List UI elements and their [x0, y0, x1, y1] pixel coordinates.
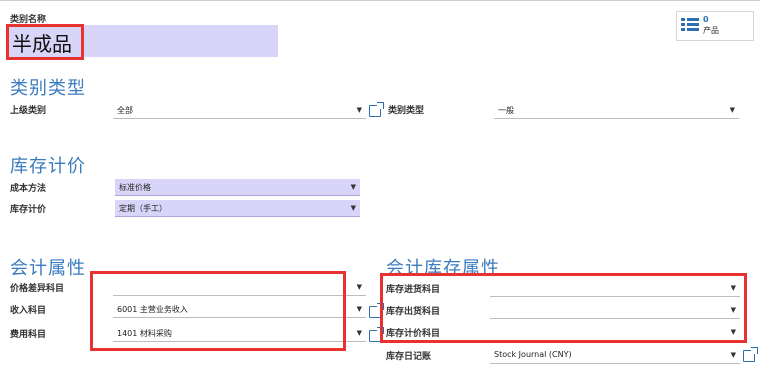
list-icon [681, 17, 699, 33]
external-link-icon[interactable] [369, 102, 384, 117]
products-count: 0 [703, 15, 709, 24]
products-stat-button[interactable]: 0 产品 [676, 11, 754, 41]
chevron-down-icon: ▼ [356, 329, 362, 337]
highlight-category-name [6, 24, 84, 60]
category-type-label: 类别类型 [388, 106, 425, 116]
parent-category-value: 全部 [117, 106, 133, 115]
cost-method-value: 标准价格 [119, 183, 151, 192]
category-type-value: 一般 [498, 106, 514, 115]
section-accounting: 会计属性 [10, 258, 86, 279]
cost-method-select[interactable]: 标准价格 ▼ [115, 179, 360, 196]
chevron-down-icon: ▼ [730, 351, 736, 359]
chevron-down-icon: ▼ [350, 183, 356, 191]
parent-category-label: 上级类别 [10, 106, 47, 116]
inventory-valuation-select[interactable]: 定期（手工） ▼ [115, 200, 360, 217]
inventory-valuation-value: 定期（手工） [119, 204, 167, 213]
price-diff-account-label: 价格差异科目 [10, 284, 65, 294]
chevron-down-icon: ▼ [729, 106, 735, 114]
category-type-select[interactable]: 一般 ▼ [494, 102, 739, 119]
section-inventory-valuation: 库存计价 [10, 156, 86, 177]
section-category-type: 类别类型 [10, 78, 86, 99]
highlight-accounting-fields [90, 271, 346, 351]
cost-method-label: 成本方法 [10, 184, 47, 194]
chevron-down-icon: ▼ [350, 204, 356, 212]
income-account-label: 收入科目 [10, 306, 47, 316]
parent-category-select[interactable]: 全部 ▼ [113, 102, 366, 119]
top-divider [0, 0, 760, 1]
highlight-accounting-inventory-fields [380, 273, 747, 343]
stock-journal-label: 库存日记账 [386, 352, 432, 362]
chevron-down-icon: ▼ [356, 106, 362, 114]
stock-journal-select[interactable]: Stock Journal (CNY) ▼ [490, 347, 740, 364]
inventory-valuation-label: 库存计价 [10, 205, 47, 215]
chevron-down-icon: ▼ [356, 283, 362, 291]
external-link-icon[interactable] [743, 347, 758, 362]
chevron-down-icon: ▼ [356, 305, 362, 313]
stock-journal-value: Stock Journal (CNY) [494, 350, 572, 359]
products-label: 产品 [703, 26, 719, 35]
expense-account-label: 费用科目 [10, 330, 47, 340]
